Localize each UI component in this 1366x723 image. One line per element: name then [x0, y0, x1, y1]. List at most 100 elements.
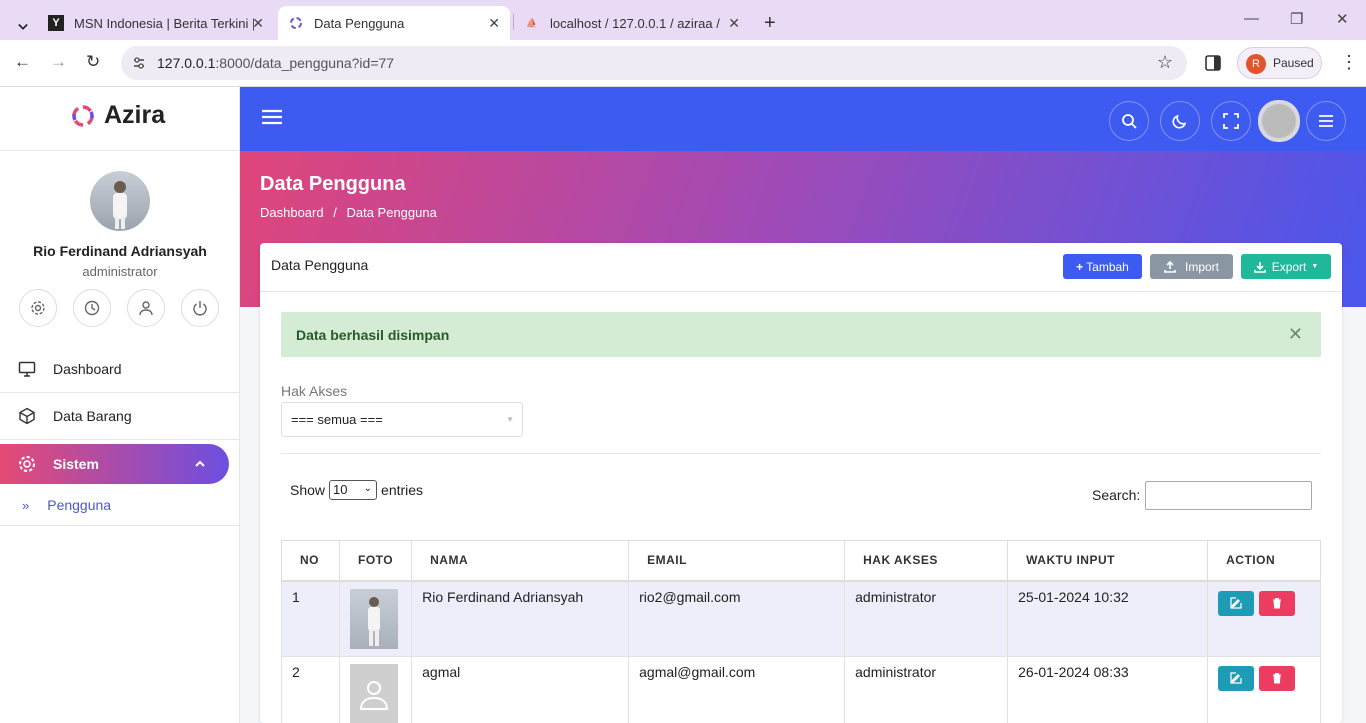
- tab-phpmyadmin[interactable]: ⛵ localhost / 127.0.0.1 / aziraa / u ✕: [514, 6, 750, 40]
- plus-icon: +: [764, 11, 776, 34]
- reload-icon[interactable]: ↻: [86, 52, 100, 72]
- delete-button[interactable]: [1259, 590, 1296, 616]
- filter-label: Hak Akses: [281, 383, 348, 399]
- new-tab-button[interactable]: +: [754, 6, 784, 40]
- history-button[interactable]: [73, 289, 111, 327]
- back-arrow-icon[interactable]: ←: [14, 52, 31, 72]
- column-header[interactable]: WAKTU INPUT: [1007, 540, 1209, 582]
- user-photo: [350, 588, 398, 649]
- bookmark-star-icon[interactable]: ☆: [1157, 52, 1173, 73]
- brand-logo[interactable]: Azira: [70, 101, 165, 130]
- download-icon: [1253, 261, 1266, 273]
- settings-button[interactable]: [19, 289, 57, 327]
- msn-favicon: Y: [48, 15, 64, 31]
- export-button[interactable]: Export ▼: [1241, 254, 1331, 279]
- sidebar-item-pengguna[interactable]: » Pengguna: [22, 497, 111, 513]
- user-name: Rio Ferdinand Adriansyah: [33, 243, 207, 259]
- gear-icon: [18, 455, 36, 473]
- close-icon[interactable]: ✕: [252, 15, 264, 32]
- minimize-icon[interactable]: —: [1244, 10, 1259, 27]
- close-icon[interactable]: ✕: [728, 15, 740, 32]
- caret-down-icon: ▼: [1311, 263, 1319, 270]
- profile-button[interactable]: [127, 289, 165, 327]
- double-chevron-right-icon: »: [22, 497, 30, 513]
- table-header-row: NO FOTO NAMA EMAIL HAK AKSES WAKTU INPUT…: [281, 540, 1321, 582]
- upload-icon: [1164, 260, 1176, 273]
- browser-menu-icon[interactable]: ⋮: [1340, 52, 1358, 73]
- side-panel-icon[interactable]: [1205, 55, 1221, 71]
- gear-icon: [31, 301, 45, 315]
- close-icon[interactable]: ✕: [488, 15, 500, 32]
- column-header[interactable]: EMAIL: [628, 540, 846, 582]
- dark-mode-button[interactable]: [1160, 101, 1200, 141]
- azira-logo-icon: [72, 104, 94, 127]
- forward-arrow-icon[interactable]: →: [50, 52, 67, 72]
- profile-button[interactable]: R Paused: [1237, 47, 1322, 79]
- tab-data-pengguna[interactable]: Data Pengguna ✕: [278, 6, 510, 40]
- chevron-down-icon: ⌄: [363, 483, 373, 494]
- fullscreen-icon: [1223, 113, 1239, 129]
- column-header[interactable]: FOTO: [338, 540, 413, 582]
- table-row: 2 agmal agmal@gmail.com administrator 26…: [281, 655, 1321, 723]
- breadcrumb-dashboard[interactable]: Dashboard: [260, 205, 324, 220]
- search-label: Search:: [1092, 487, 1141, 503]
- sidebar-item-sistem[interactable]: Sistem: [0, 444, 229, 484]
- trash-icon: [1273, 597, 1282, 608]
- column-header[interactable]: NO: [281, 540, 340, 582]
- tab-list-button[interactable]: [8, 10, 38, 44]
- window-close-icon[interactable]: ✕: [1336, 10, 1349, 28]
- tab-msn[interactable]: Y MSN Indonesia | Berita Terkini | ✕: [38, 6, 274, 40]
- monitor-icon: [18, 360, 36, 378]
- chevron-down-icon: [18, 23, 28, 30]
- default-avatar: [350, 663, 398, 723]
- box-icon: [18, 407, 36, 425]
- sidebar-item-dashboard[interactable]: Dashboard: [0, 346, 240, 392]
- close-icon[interactable]: ✕: [1288, 324, 1303, 345]
- search-icon: [1122, 114, 1137, 129]
- browser-tab-bar: Y MSN Indonesia | Berita Terkini | ✕ Dat…: [0, 0, 1366, 40]
- top-navbar: [240, 87, 1366, 151]
- avatar[interactable]: [1258, 100, 1300, 142]
- edit-button[interactable]: [1218, 590, 1255, 616]
- sidebar: Azira Rio Ferdinand Adriansyah administr…: [0, 87, 240, 723]
- breadcrumb: Dashboard / Data Pengguna: [260, 205, 437, 220]
- options-button[interactable]: [1306, 101, 1346, 141]
- search-input[interactable]: [1145, 481, 1312, 510]
- page-title: Data Pengguna: [260, 173, 406, 195]
- card-title: Data Pengguna: [271, 257, 369, 273]
- column-header[interactable]: ACTION: [1207, 540, 1321, 582]
- success-alert: Data berhasil disimpan ✕: [281, 312, 1321, 357]
- sidebar-item-data-barang[interactable]: Data Barang: [0, 393, 240, 439]
- address-bar-row: ← → ↻ 127.0.0.1:8000/data_pengguna?id=77…: [0, 40, 1366, 87]
- menu-lines-icon: [1319, 115, 1333, 127]
- caret-down-icon: ▼: [506, 415, 514, 424]
- hamburger-menu-icon[interactable]: [262, 109, 282, 125]
- add-button[interactable]: + Tambah: [1063, 254, 1142, 279]
- search-button[interactable]: [1109, 101, 1149, 141]
- breadcrumb-current: Data Pengguna: [346, 205, 437, 220]
- trash-icon: [1273, 672, 1282, 683]
- edit-icon: [1230, 596, 1242, 609]
- delete-button[interactable]: [1259, 665, 1296, 691]
- moon-icon: [1172, 114, 1187, 129]
- chevron-up-icon: [195, 460, 205, 467]
- table-row: 1 Rio Ferdinand Adriansyah rio2@gmail.co…: [281, 580, 1321, 657]
- role-filter-select[interactable]: === semua === ▼: [281, 402, 523, 437]
- fullscreen-button[interactable]: [1211, 101, 1251, 141]
- import-button[interactable]: Import: [1150, 254, 1233, 279]
- clock-icon: [84, 300, 100, 316]
- site-info-icon[interactable]: [132, 56, 146, 70]
- user-avatar: [90, 171, 150, 231]
- plus-icon: +: [1076, 259, 1084, 274]
- edit-button[interactable]: [1218, 665, 1255, 691]
- entries-select[interactable]: 10 ⌄: [329, 480, 378, 500]
- column-header[interactable]: NAMA: [411, 540, 630, 582]
- column-header[interactable]: HAK AKSES: [844, 540, 1009, 582]
- logout-button[interactable]: [181, 289, 219, 327]
- restore-icon[interactable]: ❐: [1290, 10, 1303, 28]
- phpmyadmin-favicon: ⛵: [526, 17, 538, 28]
- url-text: 127.0.0.1:8000/data_pengguna?id=77: [157, 55, 395, 71]
- user-icon: [139, 301, 153, 316]
- url-bar[interactable]: 127.0.0.1:8000/data_pengguna?id=77 ☆: [121, 46, 1187, 80]
- azira-favicon: [288, 15, 304, 31]
